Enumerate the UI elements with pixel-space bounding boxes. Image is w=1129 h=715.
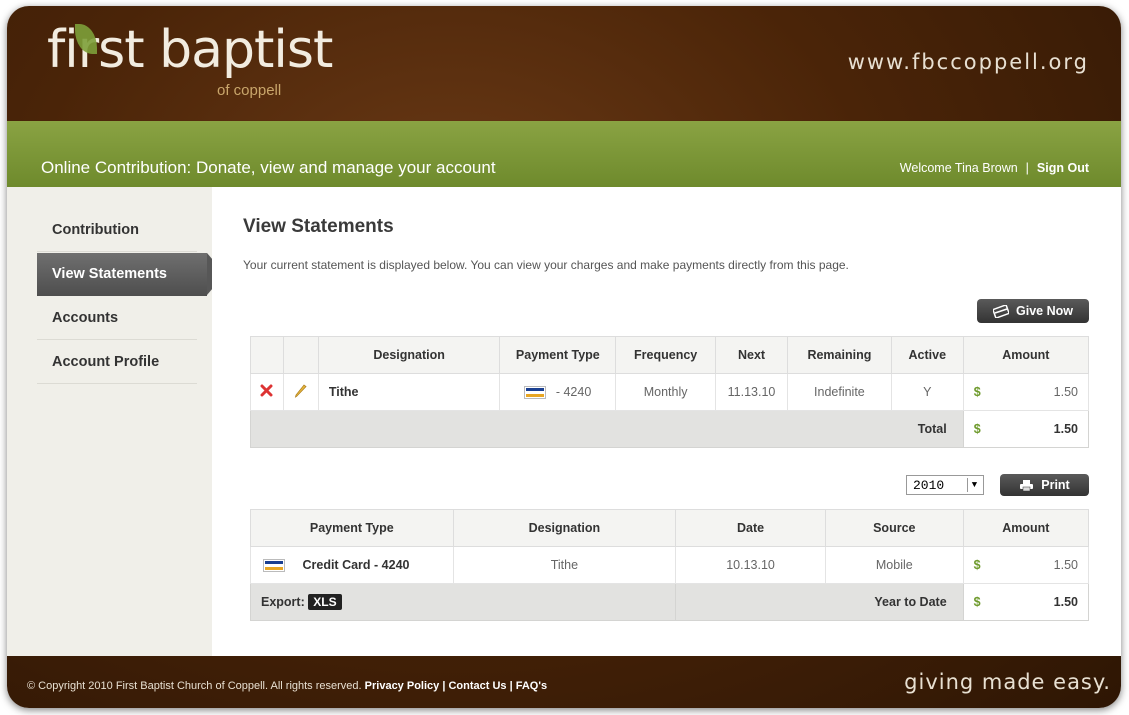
header-payment-type[interactable]: Payment Type: [250, 509, 454, 547]
header-active[interactable]: Active: [890, 336, 964, 374]
schedule-table: Designation Payment Type Frequency Next …: [250, 336, 1090, 448]
designation-cell: Tithe: [317, 373, 501, 411]
next-cell: 11.13.10: [715, 373, 788, 411]
header-next[interactable]: Next: [715, 336, 788, 374]
sidebar-item-view-statements[interactable]: View Statements: [37, 253, 225, 296]
history-header-row: Payment Type Designation Date Source Amo…: [250, 509, 1090, 547]
amount-cell: 1.50: [993, 373, 1089, 411]
main-content: View Statements Your current statement i…: [212, 187, 1121, 656]
header-payment-type[interactable]: Payment Type: [499, 336, 617, 374]
designation-cell: Tithe: [452, 546, 677, 584]
give-now-label: Give Now: [1016, 304, 1073, 318]
schedule-header-row: Designation Payment Type Frequency Next …: [250, 336, 1090, 374]
header-amount[interactable]: Amount: [962, 336, 1090, 374]
header-source[interactable]: Source: [824, 509, 964, 547]
ytd-row: Export: XLS Year to Date $ 1.50: [249, 583, 1089, 621]
sidebar-item-account-profile[interactable]: Account Profile: [37, 341, 197, 384]
frequency-cell: Monthly: [615, 373, 717, 411]
export-cell: Export: XLS: [249, 583, 677, 621]
payment-type-cell: - 4240: [499, 373, 617, 411]
card-icon: [993, 304, 1010, 318]
page-title: View Statements: [243, 216, 394, 237]
year-value: 2010: [913, 478, 945, 493]
edit-cell: [282, 373, 319, 411]
header-empty: [250, 336, 284, 374]
payment-type-text: Credit Card - 4240: [302, 557, 410, 572]
year-select[interactable]: 2010 ▼: [906, 475, 984, 495]
faq-link[interactable]: FAQ's: [516, 680, 547, 692]
footer-copyright: © Copyright 2010 First Baptist Church of…: [27, 680, 548, 692]
ytd-label: Year to Date: [675, 583, 964, 621]
sidebar-item-accounts[interactable]: Accounts: [37, 297, 197, 340]
logo-subtext: of coppell: [217, 82, 282, 99]
delete-cell: [250, 373, 284, 411]
user-separator: |: [1025, 161, 1029, 175]
total-label: Total: [250, 410, 964, 448]
site-url[interactable]: www.fbccoppell.org: [848, 50, 1089, 74]
header-date[interactable]: Date: [675, 509, 826, 547]
ytd-amount: 1.50: [993, 583, 1089, 621]
export-xls-button[interactable]: XLS: [308, 594, 342, 610]
active-cell: Y: [890, 373, 964, 411]
page-description: Your current statement is displayed belo…: [243, 258, 849, 272]
footer-tagline: giving made easy.: [904, 670, 1111, 694]
currency-symbol: $: [962, 546, 994, 584]
header-designation[interactable]: Designation: [452, 509, 677, 547]
table-row: Credit Card - 4240 Tithe 10.13.10 Mobile…: [250, 546, 1089, 584]
printer-icon: [1020, 479, 1034, 491]
header-empty: [282, 336, 319, 374]
sidebar-item-contribution[interactable]: Contribution: [37, 209, 197, 252]
history-table: Payment Type Designation Date Source Amo…: [249, 509, 1090, 621]
ytd-currency: $: [962, 583, 994, 621]
copyright-text: © Copyright 2010 First Baptist Church of…: [27, 680, 362, 692]
table-row: Tithe - 4240 Monthly 11.13.10 Indefinite…: [250, 373, 1089, 411]
user-area: Welcome Tina Brown | Sign Out: [900, 161, 1089, 175]
logo[interactable]: first baptist of coppell: [47, 20, 333, 99]
header-designation[interactable]: Designation: [317, 336, 501, 374]
amount-cell: 1.50: [993, 546, 1089, 584]
welcome-text: Welcome Tina Brown: [899, 161, 1018, 175]
visa-card-icon: [263, 559, 285, 573]
app-frame: first baptist of coppell www.fbccoppell.…: [7, 6, 1121, 708]
remaining-cell: Indefinite: [786, 373, 892, 411]
print-label: Print: [1041, 478, 1070, 492]
section-title: Online Contribution: Donate, view and ma…: [41, 158, 496, 177]
give-now-button[interactable]: Give Now: [977, 299, 1089, 323]
sidebar: Contribution View Statements Accounts Ac…: [7, 187, 225, 656]
contact-us-link[interactable]: Contact Us: [448, 680, 506, 692]
delete-icon[interactable]: [260, 384, 273, 397]
sign-out-link[interactable]: Sign Out: [1037, 161, 1089, 175]
currency-symbol: $: [962, 373, 994, 411]
header-frequency[interactable]: Frequency: [615, 336, 717, 374]
header-amount[interactable]: Amount: [962, 509, 1090, 547]
card-last-digits: - 4240: [555, 384, 592, 399]
source-cell: Mobile: [824, 546, 964, 584]
payment-type-cell: Credit Card - 4240: [250, 546, 454, 584]
total-currency: $: [962, 410, 994, 448]
header-remaining[interactable]: Remaining: [786, 336, 892, 374]
dropdown-arrow-icon[interactable]: ▼: [967, 478, 981, 492]
total-row: Total $ 1.50: [250, 410, 1089, 448]
print-button[interactable]: Print: [1000, 474, 1089, 496]
header-bar: Online Contribution: Donate, view and ma…: [7, 121, 1121, 187]
visa-card-icon: [524, 386, 547, 400]
pencil-icon[interactable]: [294, 383, 307, 398]
export-label: Export:: [261, 595, 305, 609]
total-amount: 1.50: [993, 410, 1089, 448]
privacy-policy-link[interactable]: Privacy Policy: [365, 680, 440, 692]
date-cell: 10.13.10: [675, 546, 826, 584]
